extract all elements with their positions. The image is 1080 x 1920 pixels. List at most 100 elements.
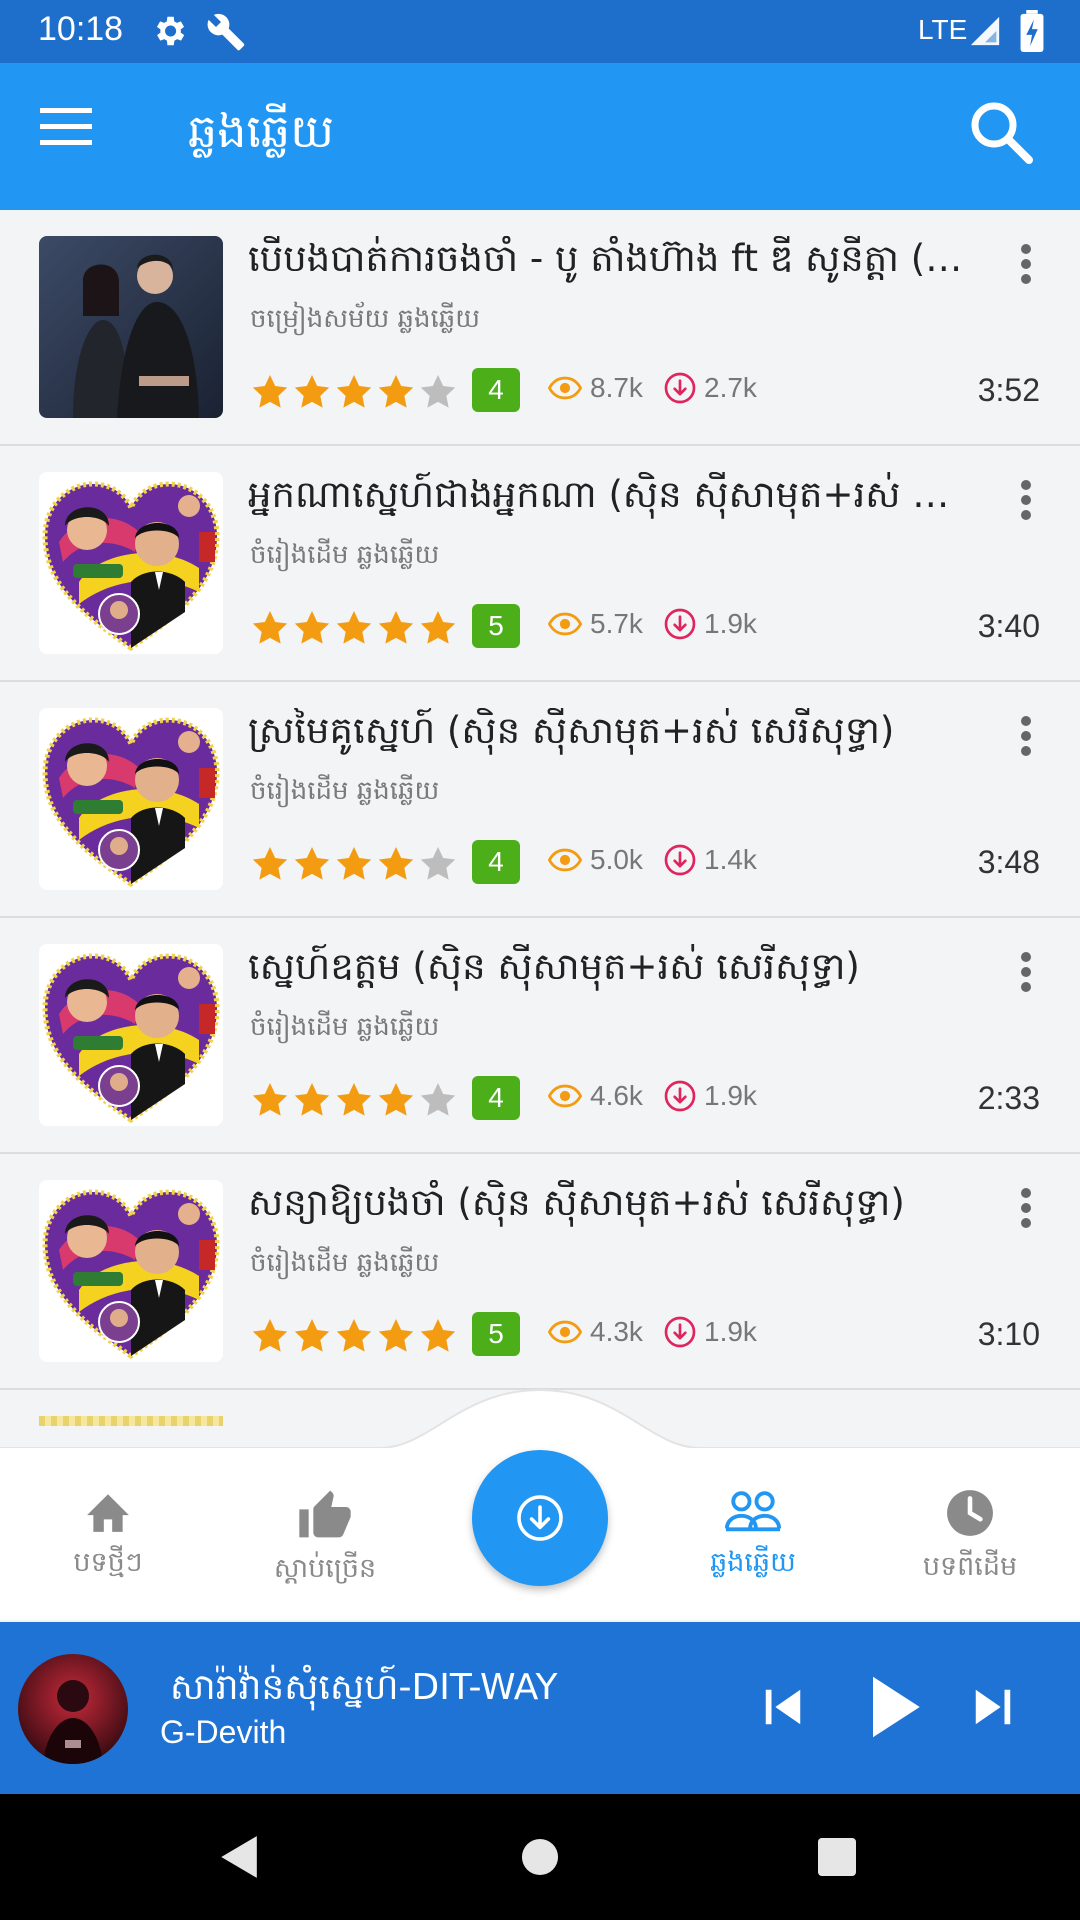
song-thumbnail[interactable]	[39, 1180, 223, 1362]
download-circle-icon	[664, 372, 696, 404]
recents-button[interactable]	[818, 1838, 856, 1880]
song-row[interactable]: សន្យាឱ្យបងចាំ (ស៊ិន ស៊ីសាមុត+រស់ សេរីសុទ…	[0, 1154, 1080, 1390]
star-filled-icon	[378, 611, 414, 644]
star-filled-icon	[294, 1319, 330, 1352]
more-options-button[interactable]	[1010, 476, 1042, 530]
view-count: 8.7k	[548, 372, 643, 404]
view-count: 5.7k	[548, 608, 643, 640]
rating-badge: 4	[472, 840, 520, 884]
song-title: អ្នកណាស្នេហ៍ជាងអ្នកណា (ស៊ិន ស៊ីសាមុត+រស់…	[248, 473, 968, 516]
player-track-title: សារ៉ាវ៉ាន់សុំស្នេហ៍-DIT-WAY	[170, 1667, 558, 1708]
nav-item-popular[interactable]: ស្តាប់ច្រើន	[230, 1488, 420, 1591]
clock-icon	[947, 1490, 993, 1536]
previous-button[interactable]	[760, 1684, 806, 1734]
album-cover[interactable]	[18, 1654, 128, 1764]
skip-previous-icon	[765, 1689, 801, 1725]
play-icon	[873, 1676, 920, 1738]
song-title: សន្យាឱ្យបងចាំ (ស៊ិន ស៊ីសាមុត+រស់ សេរីសុទ…	[248, 1181, 905, 1224]
rating-stars	[250, 844, 458, 884]
eye-icon	[548, 848, 582, 872]
star-filled-icon	[252, 611, 288, 644]
rating-badge: 5	[472, 1312, 520, 1356]
song-thumbnail[interactable]	[39, 708, 223, 890]
download-count-value: 1.9k	[704, 1080, 757, 1111]
home-nav-button[interactable]	[521, 1838, 559, 1880]
song-row[interactable]: បើបងបាត់ការចងចាំ - បូ តាំងហ៊ាង ft ឌី សូន…	[0, 210, 1080, 446]
nav-label-oldies: បទពីដើម	[922, 1551, 1018, 1582]
star-filled-icon	[336, 847, 372, 880]
song-category: ចំរៀងដើម ឆ្លងឆ្លើយ	[250, 776, 440, 806]
song-list: បើបងបាត់ការចងចាំ - បូ តាំងហ៊ាង ft ឌី សូន…	[0, 210, 1080, 1390]
nav-item-oldies[interactable]: បទពីដើម	[875, 1488, 1065, 1589]
download-fab[interactable]	[472, 1450, 608, 1586]
download-icon	[517, 1495, 563, 1541]
view-count: 4.6k	[548, 1080, 643, 1112]
recents-square-icon	[818, 1838, 856, 1876]
download-count-value: 2.7k	[704, 372, 757, 403]
play-button[interactable]	[866, 1674, 924, 1744]
nav-item-duet[interactable]: ឆ្លងឆ្លើយ	[658, 1488, 848, 1585]
nav-curve	[0, 1388, 1080, 1455]
star-filled-icon	[420, 1319, 456, 1352]
song-title: ស្នេហ៍ឧត្តម (ស៊ិន ស៊ីសាមុត+រស់ សេរីសុទ្ធ…	[248, 945, 860, 988]
star-filled-icon	[252, 1319, 288, 1352]
song-category: ចំរៀងដើម ឆ្លងឆ្លើយ	[250, 1248, 440, 1278]
mini-player[interactable]: សារ៉ាវ៉ាន់សុំស្នេហ៍-DIT-WAY G-Devith	[0, 1622, 1080, 1794]
song-duration: 3:40	[977, 608, 1040, 644]
song-duration: 3:48	[977, 844, 1040, 880]
download-count-value: 1.9k	[704, 1316, 757, 1347]
view-count-value: 8.7k	[590, 372, 643, 403]
download-count: 2.7k	[664, 372, 757, 404]
song-category: ចម្រៀងសម័យ ឆ្លងឆ្លើយ	[250, 304, 481, 334]
menu-button[interactable]	[40, 107, 106, 167]
song-thumbnail[interactable]	[39, 944, 223, 1126]
network-label: LTE	[918, 14, 968, 45]
star-filled-icon	[252, 847, 288, 880]
nav-label-duet: ឆ្លងឆ្លើយ	[710, 1547, 796, 1578]
status-time: 10:18	[38, 10, 124, 48]
song-title: ស្រមៃគូស្នេហ៍ (ស៊ិន ស៊ីសាមុត+រស់ សេរីសុទ…	[248, 709, 895, 752]
search-icon	[971, 102, 1033, 164]
star-filled-icon	[252, 1083, 288, 1116]
eye-icon	[548, 1320, 582, 1344]
song-row[interactable]: ស្រមៃគូស្នេហ៍ (ស៊ិន ស៊ីសាមុត+រស់ សេរីសុទ…	[0, 682, 1080, 918]
page-title: ឆ្លងឆ្លើយ	[188, 104, 334, 158]
more-options-button[interactable]	[1010, 1184, 1042, 1238]
next-button[interactable]	[970, 1684, 1016, 1734]
view-count-value: 5.7k	[590, 608, 643, 639]
rating-badge: 4	[472, 1076, 520, 1120]
song-row[interactable]: ស្នេហ៍ឧត្តម (ស៊ិន ស៊ីសាមុត+រស់ សេរីសុទ្ធ…	[0, 918, 1080, 1154]
app-bar: ឆ្លងឆ្លើយ	[0, 63, 1080, 210]
nav-item-new[interactable]: បទថ្មីៗ	[13, 1488, 203, 1585]
hamburger-icon	[40, 108, 92, 145]
song-row[interactable]: អ្នកណាស្នេហ៍ជាងអ្នកណា (ស៊ិន ស៊ីសាមុត+រស់…	[0, 446, 1080, 682]
rating-badge: 5	[472, 604, 520, 648]
star-filled-icon	[294, 847, 330, 880]
more-options-button[interactable]	[1010, 948, 1042, 1002]
download-circle-icon	[664, 844, 696, 876]
home-icon	[87, 1494, 129, 1532]
song-title: បើបងបាត់ការចងចាំ - បូ តាំងហ៊ាង ft ឌី សូន…	[248, 237, 968, 280]
star-filled-icon	[252, 375, 288, 408]
back-button[interactable]	[216, 1834, 260, 1884]
star-empty-icon	[420, 375, 456, 408]
rating-stars	[250, 608, 458, 648]
song-thumbnail[interactable]	[39, 236, 223, 418]
song-duration: 3:52	[977, 372, 1040, 408]
view-count-value: 5.0k	[590, 844, 643, 875]
star-filled-icon	[378, 375, 414, 408]
skip-next-icon	[975, 1689, 1011, 1725]
song-thumbnail[interactable]	[39, 472, 223, 654]
song-duration: 3:10	[977, 1316, 1040, 1352]
song-category: ចំរៀងដើម ឆ្លងឆ្លើយ	[250, 540, 440, 570]
star-filled-icon	[294, 611, 330, 644]
view-count: 4.3k	[548, 1316, 643, 1348]
download-circle-icon	[664, 1080, 696, 1112]
eye-icon	[548, 1084, 582, 1108]
rating-stars	[250, 1316, 458, 1356]
search-button[interactable]	[968, 99, 1042, 173]
download-count: 1.9k	[664, 1080, 757, 1112]
more-options-button[interactable]	[1010, 240, 1042, 294]
more-options-button[interactable]	[1010, 712, 1042, 766]
star-empty-icon	[420, 847, 456, 880]
